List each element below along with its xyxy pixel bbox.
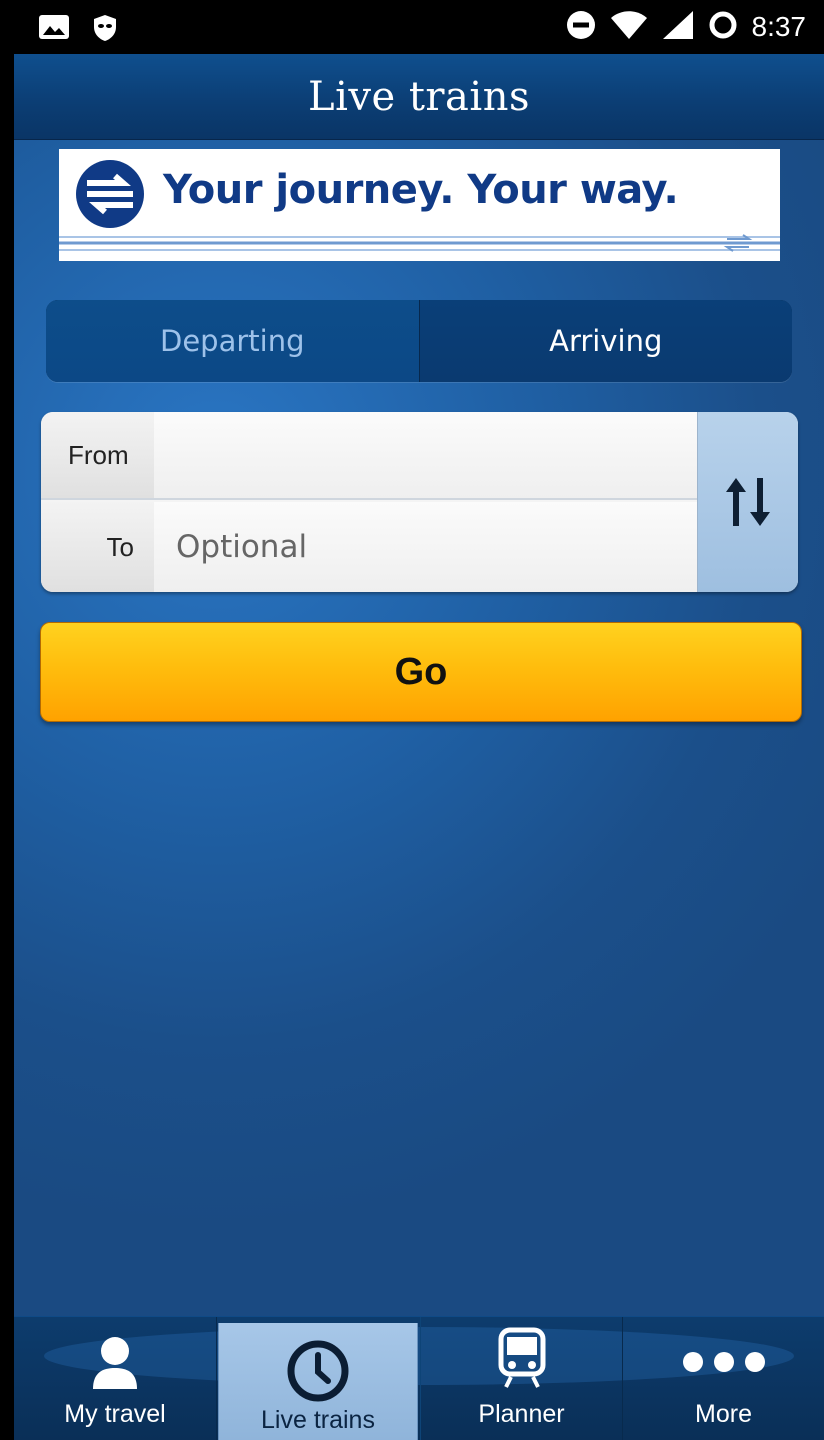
train-icon	[498, 1327, 545, 1388]
to-station-input[interactable]	[154, 502, 697, 592]
tab-arriving[interactable]: Arriving	[419, 300, 792, 382]
go-button[interactable]: Go	[40, 622, 802, 722]
tab-more[interactable]: More	[622, 1317, 824, 1440]
clock-icon	[287, 1340, 349, 1402]
tab-my-travel-label: My travel	[64, 1400, 166, 1428]
person-icon	[93, 1337, 137, 1389]
direction-toggle: Departing Arriving	[46, 300, 792, 382]
battery-ring-icon	[708, 10, 738, 44]
image-icon	[38, 14, 70, 46]
from-label: From	[41, 412, 154, 498]
bottom-tab-bar: My travel Live trains Planner More	[14, 1316, 824, 1440]
wifi-icon	[610, 10, 648, 44]
tab-planner[interactable]: Planner	[420, 1317, 623, 1440]
cell-signal-icon	[662, 10, 694, 44]
app-screen: Live trains Your journey. Your way. Depa…	[14, 54, 824, 1440]
tab-my-travel[interactable]: My travel	[14, 1317, 217, 1440]
station-form: From To	[41, 412, 798, 592]
to-row: To	[41, 502, 697, 592]
promo-banner[interactable]: Your journey. Your way.	[59, 149, 780, 261]
swap-arrows-icon	[726, 478, 770, 526]
status-bar: 8:37	[0, 0, 824, 54]
tab-more-label: More	[695, 1400, 752, 1428]
tab-planner-label: Planner	[478, 1400, 565, 1428]
do-not-disturb-icon	[566, 10, 596, 44]
tab-live-trains[interactable]: Live trains	[218, 1323, 418, 1440]
from-row: From	[41, 412, 697, 500]
banner-tagline: Your journey. Your way.	[163, 167, 679, 213]
status-time: 8:37	[751, 11, 807, 42]
from-station-input[interactable]	[154, 412, 697, 498]
swap-stations-button[interactable]	[697, 412, 798, 592]
mask-icon	[92, 14, 118, 46]
to-label: To	[41, 502, 154, 592]
header-bar: Live trains	[14, 54, 824, 140]
tab-departing[interactable]: Departing	[46, 300, 420, 382]
national-rail-logo	[76, 160, 144, 228]
page-title: Live trains	[308, 73, 530, 120]
tab-live-trains-label: Live trains	[261, 1406, 375, 1434]
rail-lines-decoration	[59, 234, 780, 252]
more-dots-icon	[682, 1352, 765, 1372]
